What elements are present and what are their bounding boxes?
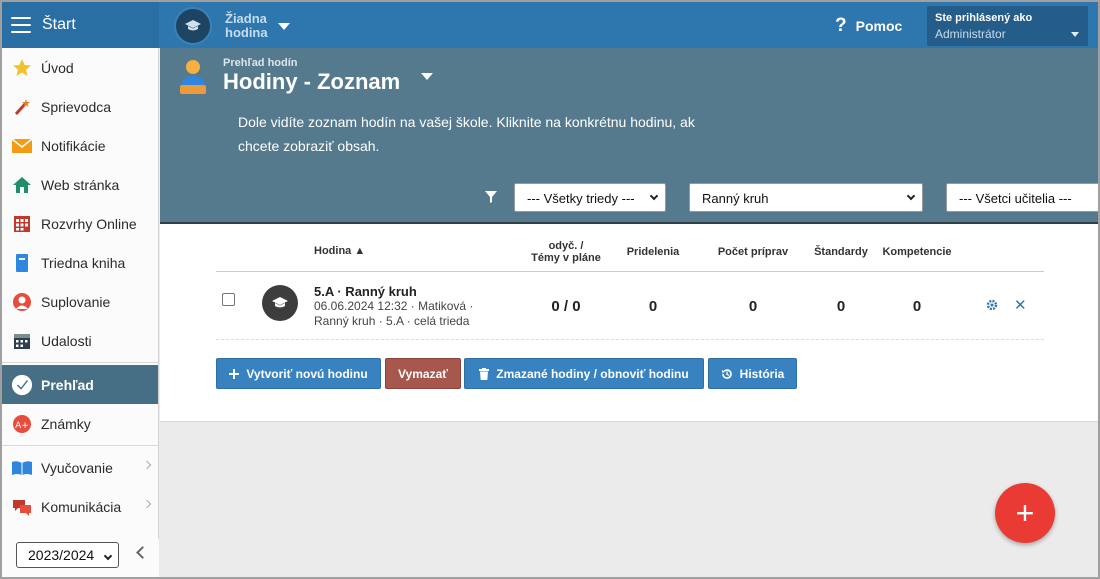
trash-icon (479, 367, 490, 380)
filter-icon (485, 191, 497, 206)
teacher-icon (178, 58, 208, 99)
close-icon[interactable]: ✕ (1014, 296, 1027, 314)
chevron-down-icon (649, 191, 659, 201)
calendar-grid-icon (11, 213, 33, 235)
page-title: Hodiny - Zoznam (223, 69, 401, 94)
chevron-down-icon[interactable] (421, 73, 433, 80)
graduation-cap-icon (174, 7, 212, 45)
user-label: Ste prihlásený ako (935, 12, 1033, 24)
sidebar: Úvod Sprievodca Notifikácie Web stránka … (2, 48, 159, 577)
plus-icon (229, 368, 240, 379)
lesson-switcher[interactable]: Žiadna hodina (174, 7, 290, 45)
teacher-filter-select[interactable]: --- Všetci učitelia --- (946, 183, 1098, 212)
cell-assignments: 0 (648, 298, 658, 315)
sidebar-item-udalosti[interactable]: Udalosti (2, 321, 158, 360)
column-header-taught: odуč. / Témy v pláne (531, 240, 601, 264)
sidebar-divider (2, 445, 158, 446)
calendar-icon (11, 330, 33, 352)
table-header-divider (216, 271, 1044, 272)
user-name: Administrátor (935, 27, 1006, 41)
history-button[interactable]: História (708, 358, 797, 389)
user-menu[interactable]: Ste prihlásený ako Administrátor (927, 6, 1088, 46)
svg-text:A+: A+ (15, 421, 29, 431)
page-description: Dole vidíte zoznam hodín na vašej škole.… (238, 114, 695, 154)
school-year-select[interactable]: 2023/2024 (16, 542, 119, 568)
sidebar-item-sprievodca[interactable]: Sprievodca (2, 87, 158, 126)
page-header: Prehľad hodín Hodiny - Zoznam Dole vidít… (160, 48, 1098, 224)
breadcrumb[interactable]: Prehľad hodín (223, 57, 298, 69)
create-lesson-button[interactable]: Vytvoriť novú hodinu (216, 358, 381, 389)
graduation-cap-icon (262, 285, 298, 321)
chevron-down-icon (103, 551, 113, 561)
sidebar-item-notifikacie[interactable]: Notifikácie (2, 126, 158, 165)
column-header-lesson[interactable]: Hodina ▲ (314, 245, 365, 257)
lessons-card: Hodina ▲ odуč. / Témy v pláne Pridelenia… (160, 224, 1098, 422)
sidebar-item-znamky[interactable]: A+ Známky (2, 404, 158, 443)
row-divider (216, 339, 1044, 340)
cell-taught: 0 / 0 (551, 298, 581, 315)
row-title[interactable]: 5.A · Ranný kruh (314, 284, 417, 299)
sidebar-item-web-stranka[interactable]: Web stránka (2, 165, 158, 204)
cell-standards: 0 (836, 298, 846, 315)
chat-icon (11, 496, 33, 518)
column-header-preparations: Počet príprav (717, 246, 789, 258)
collapse-sidebar-chevron-icon[interactable] (136, 546, 149, 559)
brand-label: Štart (42, 16, 76, 33)
history-icon (721, 368, 733, 380)
chevron-down-icon (277, 22, 290, 30)
chevron-right-icon (142, 460, 152, 470)
wand-icon (11, 96, 33, 118)
help-button[interactable]: ? Pomoc (835, 15, 902, 37)
delete-button[interactable]: Vymazať (385, 358, 461, 389)
top-bar: Štart Žiadna hodina ? Pomoc Ste prihláse… (2, 2, 1098, 48)
row-checkbox[interactable] (222, 293, 235, 306)
sidebar-item-triedna-kniha[interactable]: Triedna kniha (2, 243, 158, 282)
envelope-icon (11, 135, 33, 157)
subject-filter-select[interactable]: Ranný kruh (689, 183, 923, 212)
sidebar-item-komunikacia[interactable]: Komunikácia (2, 487, 158, 526)
deleted-lessons-button[interactable]: Zmazané hodiny / obnoviť hodinu (464, 358, 704, 389)
grade-icon: A+ (11, 413, 33, 435)
sidebar-item-uvod[interactable]: Úvod (2, 48, 158, 87)
chevron-down-icon (1071, 32, 1079, 37)
column-header-standards: Štandardy (814, 246, 868, 258)
cell-preparations: 0 (748, 298, 758, 315)
book-icon (11, 252, 33, 274)
star-icon (11, 57, 33, 79)
sidebar-item-rozvrhy-online[interactable]: Rozvrhy Online (2, 204, 158, 243)
check-circle-icon (11, 374, 33, 396)
person-icon (11, 291, 33, 313)
row-meta: 06.06.2024 12:32 · Matiková · Ranný kruh… (314, 299, 474, 328)
sidebar-item-prehlad[interactable]: Prehľad (2, 365, 158, 404)
app-frame: Štart Žiadna hodina ? Pomoc Ste prihláse… (0, 0, 1100, 579)
chevron-down-icon (906, 191, 916, 201)
column-header-assignments: Pridelenia (626, 246, 680, 258)
house-icon (11, 174, 33, 196)
lesson-label: Žiadna hodina (225, 11, 268, 40)
class-filter-select[interactable]: --- Všetky triedy --- (514, 183, 666, 212)
add-fab-button[interactable]: + (995, 483, 1055, 543)
hamburger-icon[interactable] (11, 17, 31, 33)
cell-competencies: 0 (912, 298, 922, 315)
brand-menu[interactable]: Štart (2, 2, 159, 48)
question-icon: ? (835, 15, 847, 36)
plus-icon: + (1015, 494, 1035, 531)
column-header-competencies: Kompetencie (882, 246, 952, 258)
chevron-right-icon (142, 499, 152, 509)
open-book-icon (11, 457, 33, 479)
sidebar-divider (2, 362, 158, 363)
gear-icon[interactable] (986, 299, 998, 314)
sidebar-item-vyucovanie[interactable]: Vyučovanie (2, 448, 158, 487)
school-year-bar: 2023/2024 (2, 539, 159, 577)
sidebar-item-suplovanie[interactable]: Suplovanie (2, 282, 158, 321)
